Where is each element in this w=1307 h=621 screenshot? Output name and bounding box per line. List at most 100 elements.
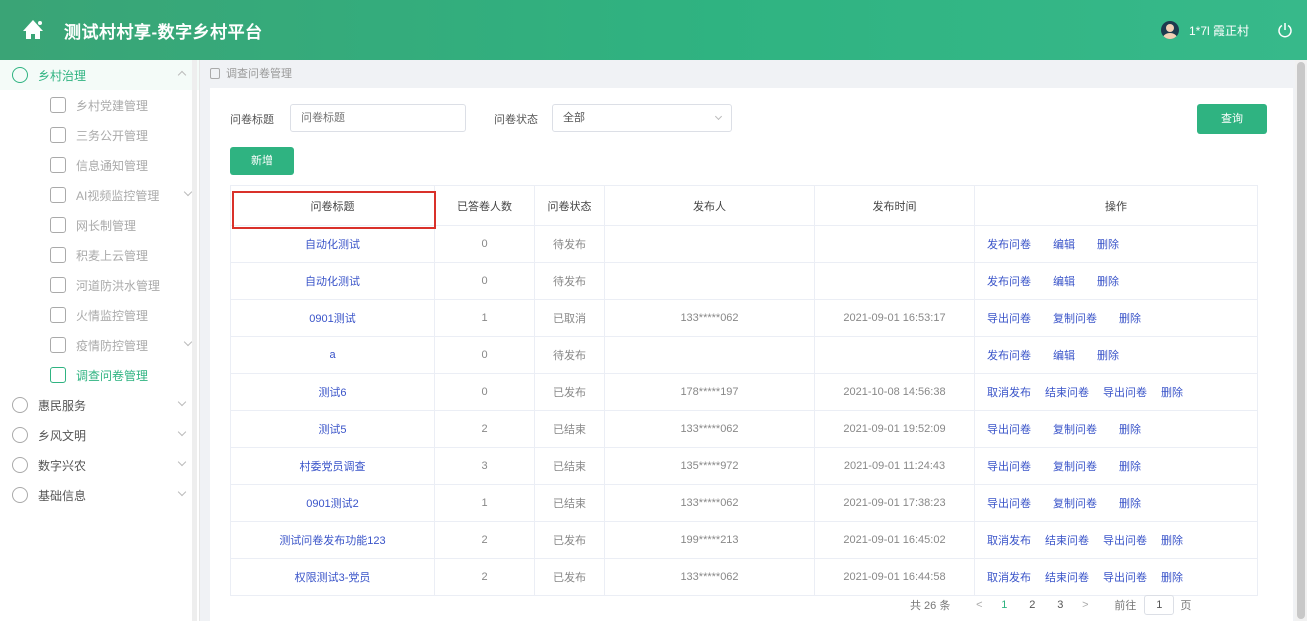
- sidebar-group-1[interactable]: 惠民服务: [0, 390, 199, 420]
- row-action-link[interactable]: 导出问卷: [987, 421, 1031, 437]
- row-action-link[interactable]: 删除: [1119, 495, 1141, 511]
- next-page-button[interactable]: >: [1074, 599, 1096, 611]
- row-action-link[interactable]: 取消发布: [987, 532, 1031, 548]
- survey-title-link[interactable]: 测试问卷发布功能123: [230, 521, 435, 559]
- row-action-link[interactable]: 删除: [1119, 421, 1141, 437]
- sidebar-item-9[interactable]: 调查问卷管理: [0, 360, 199, 390]
- row-action-link[interactable]: 删除: [1097, 236, 1119, 252]
- row-action-link[interactable]: 导出问卷: [987, 458, 1031, 474]
- query-button[interactable]: 查询: [1197, 104, 1267, 134]
- sidebar-group-4[interactable]: 基础信息: [0, 480, 199, 510]
- survey-title-link[interactable]: 权限测试3-党员: [230, 558, 435, 596]
- page-number[interactable]: 2: [1021, 599, 1043, 611]
- status-filter-label: 问卷状态: [494, 114, 538, 126]
- row-action-link[interactable]: 结束问卷: [1045, 532, 1089, 548]
- sidebar-item-5[interactable]: 积麦上云管理: [0, 240, 199, 270]
- sidebar-item-0[interactable]: 乡村党建管理: [0, 90, 199, 120]
- publisher: 199*****213: [604, 521, 815, 559]
- scrollbar-thumb[interactable]: [1297, 62, 1305, 619]
- publisher: 178*****197: [604, 373, 815, 411]
- table-header-row: 问卷标题 已答卷人数 问卷状态 发布人 发布时间 操作: [230, 185, 1258, 226]
- page-scrollbar[interactable]: [1295, 60, 1307, 621]
- row-action-link[interactable]: 编辑: [1053, 273, 1075, 289]
- add-button[interactable]: 新增: [230, 147, 294, 175]
- row-action-link[interactable]: 导出问卷: [987, 310, 1031, 326]
- chevron-down-icon: [177, 487, 187, 497]
- sidebar-group-2[interactable]: 乡风文明: [0, 420, 199, 450]
- row-action-link[interactable]: 复制问卷: [1053, 495, 1097, 511]
- sidebar-item-3[interactable]: AI视频监控管理: [0, 180, 199, 210]
- village-logo-icon: [23, 20, 43, 39]
- publisher: 133*****062: [604, 484, 815, 522]
- sidebar-scrollbar[interactable]: [192, 60, 197, 621]
- page-number[interactable]: 3: [1049, 599, 1071, 611]
- publisher: [604, 262, 815, 300]
- row-action-link[interactable]: 删除: [1097, 347, 1119, 363]
- sidebar-item-4[interactable]: 网长制管理: [0, 210, 199, 240]
- sidebar-item-2[interactable]: 信息通知管理: [0, 150, 199, 180]
- row-action-link[interactable]: 发布问卷: [987, 236, 1031, 252]
- survey-title-link[interactable]: a: [230, 336, 435, 374]
- row-action-link[interactable]: 发布问卷: [987, 273, 1031, 289]
- row-action-link[interactable]: 删除: [1119, 458, 1141, 474]
- survey-title-link[interactable]: 测试6: [230, 373, 435, 411]
- row-actions: 导出问卷 复制问卷 删除: [974, 484, 1258, 522]
- row-action-link[interactable]: 导出问卷: [1103, 384, 1147, 400]
- document-icon: [50, 127, 66, 143]
- row-action-link[interactable]: 结束问卷: [1045, 569, 1089, 585]
- survey-title-link[interactable]: 测试5: [230, 410, 435, 448]
- row-action-link[interactable]: 导出问卷: [1103, 532, 1147, 548]
- row-action-link[interactable]: 导出问卷: [987, 495, 1031, 511]
- survey-icon: [50, 367, 66, 383]
- page-number[interactable]: 1: [993, 599, 1015, 611]
- answer-count: 0: [434, 225, 535, 263]
- row-action-link[interactable]: 复制问卷: [1053, 310, 1097, 326]
- sidebar-item-8[interactable]: 疫情防控管理: [0, 330, 199, 360]
- main-panel: 问卷标题 问卷状态 全部 查询 新增 问卷标题已答卷人数问卷状态发布人发布时间操…: [210, 88, 1293, 621]
- avatar[interactable]: [1160, 21, 1179, 39]
- survey-title-link[interactable]: 自动化测试: [230, 262, 435, 300]
- survey-title-link[interactable]: 自动化测试: [230, 225, 435, 263]
- row-actions: 导出问卷 复制问卷 删除: [974, 447, 1258, 485]
- survey-title-link[interactable]: 0901测试: [230, 299, 435, 337]
- row-action-link[interactable]: 删除: [1097, 273, 1119, 289]
- row-action-link[interactable]: 取消发布: [987, 384, 1031, 400]
- row-action-link[interactable]: 删除: [1161, 532, 1183, 548]
- row-action-link[interactable]: 删除: [1161, 384, 1183, 400]
- row-action-link[interactable]: 取消发布: [987, 569, 1031, 585]
- row-action-link[interactable]: 发布问卷: [987, 347, 1031, 363]
- sidebar-group-0[interactable]: 乡村治理: [0, 60, 199, 90]
- row-action-link[interactable]: 编辑: [1053, 347, 1075, 363]
- row-action-link[interactable]: 删除: [1161, 569, 1183, 585]
- pagination: 共 26 条 < 123 > 前往 1 页: [910, 595, 1191, 615]
- power-icon[interactable]: [1277, 22, 1293, 38]
- goto-page-input[interactable]: 1: [1144, 595, 1175, 615]
- row-actions: 导出问卷 复制问卷 删除: [974, 299, 1258, 337]
- sidebar-item-label: 三务公开管理: [76, 128, 149, 143]
- sidebar-item-6[interactable]: 河道防洪水管理: [0, 270, 199, 300]
- row-action-link[interactable]: 复制问卷: [1053, 421, 1097, 437]
- chevron-down-icon: [177, 427, 187, 437]
- username[interactable]: 1*7l 霞正村: [1189, 22, 1249, 39]
- cloud-icon: [50, 247, 66, 263]
- chevron-down-icon: [177, 457, 187, 467]
- culture-icon: [12, 427, 28, 443]
- row-action-link[interactable]: 复制问卷: [1053, 458, 1097, 474]
- prev-page-button[interactable]: <: [968, 599, 990, 611]
- survey-title-link[interactable]: 村委党员调查: [230, 447, 435, 485]
- sidebar-item-7[interactable]: 火情监控管理: [0, 300, 199, 330]
- row-action-link[interactable]: 删除: [1119, 310, 1141, 326]
- status-select[interactable]: 全部: [552, 104, 732, 132]
- title-search-input[interactable]: [290, 104, 466, 132]
- sidebar-group-3[interactable]: 数字兴农: [0, 450, 199, 480]
- sidebar-group-label: 乡风文明: [38, 428, 87, 443]
- answer-count: 2: [434, 558, 535, 596]
- table-row: 0901测试2 1 已结束 133*****062 2021-09-01 17:38:2…: [230, 484, 1258, 522]
- survey-title-link[interactable]: 0901测试2: [230, 484, 435, 522]
- row-action-link[interactable]: 导出问卷: [1103, 569, 1147, 585]
- row-action-link[interactable]: 编辑: [1053, 236, 1075, 252]
- survey-status: 待发布: [534, 262, 605, 300]
- row-action-link[interactable]: 结束问卷: [1045, 384, 1089, 400]
- sidebar-item-1[interactable]: 三务公开管理: [0, 120, 199, 150]
- column-header: 发布人: [604, 185, 815, 226]
